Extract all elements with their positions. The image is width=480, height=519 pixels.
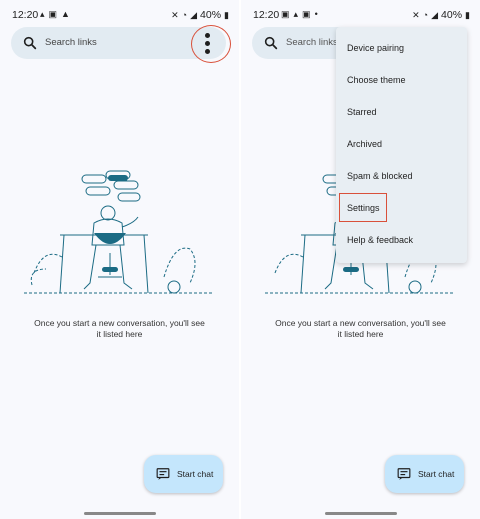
wifi-icon: ◔ <box>181 10 188 20</box>
notification-icon: ▴ <box>40 9 45 19</box>
empty-state-message: Once you start a new conversation, you'l… <box>10 318 229 340</box>
home-indicator[interactable] <box>325 512 397 515</box>
empty-state-line: it listed here <box>337 329 384 339</box>
notification-icons: ▣ ▴ ▣ • <box>281 9 318 20</box>
menu-item-label: Starred <box>347 107 377 117</box>
search-input[interactable]: Search links <box>286 37 338 48</box>
empty-state-illustration <box>24 170 214 294</box>
start-chat-button[interactable]: Start chat <box>385 455 464 493</box>
status-time: 12:20 <box>12 9 39 21</box>
menu-item-choose-theme[interactable]: Choose theme <box>336 65 467 97</box>
menu-item-label: Spam & blocked <box>347 171 413 181</box>
empty-state-line: Once you start a new conversation, you'l… <box>34 318 205 328</box>
battery-icon: ▮ <box>465 9 470 20</box>
highlight-circle <box>191 25 231 63</box>
battery-icon: ▮ <box>224 9 229 20</box>
signal-icon: ◢ <box>431 9 439 20</box>
start-chat-label: Start chat <box>418 469 455 479</box>
battery-text: 40% <box>200 9 222 21</box>
status-bar: 12:20 ▴ ▣ ▲ ✕ ◔ ◢ 40% ▮ <box>0 0 239 28</box>
menu-item-spam-blocked[interactable]: Spam & blocked <box>336 161 467 193</box>
search-icon <box>264 36 278 50</box>
empty-state-message: Once you start a new conversation, you'l… <box>251 318 470 340</box>
battery-text: 40% <box>441 9 463 21</box>
menu-item-starred[interactable]: Starred <box>336 97 467 129</box>
notification-icon: ▴ <box>293 9 299 19</box>
notification-icon: ▣ <box>48 9 58 19</box>
status-time: 12:20 <box>253 9 280 21</box>
mute-icon: ✕ <box>412 9 420 20</box>
start-chat-icon <box>156 468 170 480</box>
menu-item-archived[interactable]: Archived <box>336 129 467 161</box>
status-right: ✕ ◔ ◢ 40% ▮ <box>412 9 470 21</box>
start-chat-button[interactable]: Start chat <box>144 455 223 493</box>
menu-item-label: Device pairing <box>347 43 405 53</box>
notification-icon: ▣ <box>302 9 311 19</box>
menu-item-help-feedback[interactable]: Help & feedback <box>336 225 467 257</box>
warning-icon: ▲ <box>61 9 70 19</box>
home-indicator[interactable] <box>84 512 156 515</box>
menu-item-label: Help & feedback <box>347 235 414 245</box>
start-chat-icon <box>397 468 411 480</box>
overflow-menu: Device pairing Choose theme Starred Arch… <box>336 27 467 263</box>
empty-state-line: Once you start a new conversation, you'l… <box>275 318 446 328</box>
status-bar: 12:20 ▣ ▴ ▣ • ✕ ◔ ◢ 40% ▮ <box>241 0 480 28</box>
search-icon <box>23 36 37 50</box>
wifi-icon: ◔ <box>422 10 429 20</box>
menu-item-label: Archived <box>347 139 383 149</box>
status-right: ✕ ◔ ◢ 40% ▮ <box>171 9 229 21</box>
signal-icon: ◢ <box>190 9 198 20</box>
menu-item-device-pairing[interactable]: Device pairing <box>336 33 467 65</box>
notification-icons: ▴ ▣ ▲ <box>40 9 70 20</box>
search-input[interactable]: Search links <box>45 37 97 48</box>
empty-state-line: it listed here <box>96 329 143 339</box>
menu-item-label: Choose theme <box>347 75 406 85</box>
start-chat-label: Start chat <box>177 469 214 479</box>
image-icon: ▣ <box>281 9 290 19</box>
dot-icon: • <box>314 9 318 19</box>
left-screen: 12:20 ▴ ▣ ▲ ✕ ◔ ◢ 40% ▮ Search links Onc… <box>0 0 239 519</box>
mute-icon: ✕ <box>171 9 179 20</box>
highlight-settings <box>339 193 387 222</box>
